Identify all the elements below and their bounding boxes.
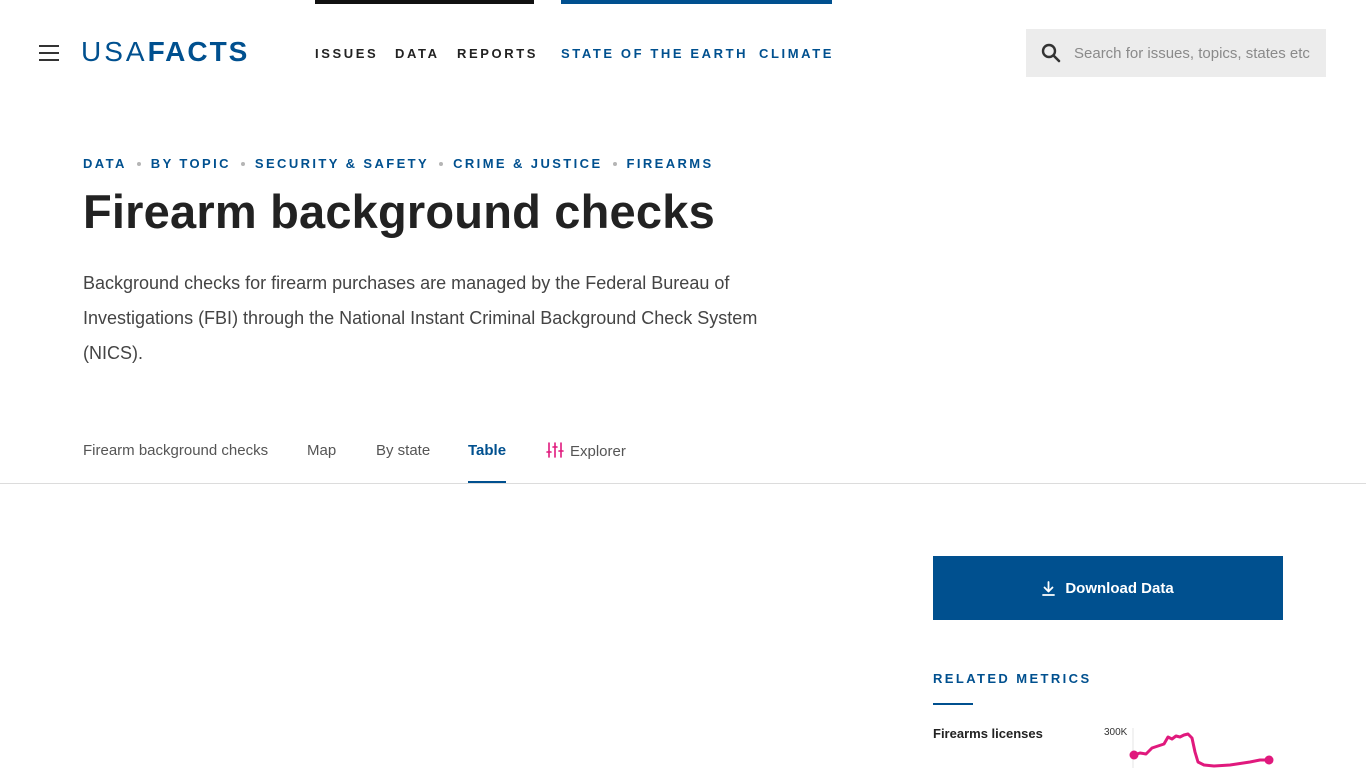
nav-accent-bar-featured [561, 0, 832, 4]
usafacts-logo[interactable]: USAFACTS [81, 36, 249, 68]
nav-climate[interactable]: CLIMATE [759, 46, 834, 61]
breadcrumb-by-topic[interactable]: BY TOPIC [151, 156, 231, 171]
breadcrumb-separator [612, 161, 617, 166]
breadcrumb-data[interactable]: DATA [83, 156, 127, 171]
sparkline-line [1132, 732, 1271, 768]
tab-explorer[interactable]: Explorer [546, 442, 626, 483]
tab-label: By state [376, 442, 431, 459]
breadcrumb-firearms[interactable]: FIREARMS [627, 156, 714, 171]
download-data-button[interactable]: Download Data [933, 556, 1283, 620]
breadcrumb: DATA BY TOPIC SECURITY & SAFETY CRIME & … [83, 156, 714, 171]
menu-icon[interactable] [39, 45, 59, 61]
tab-label: Explorer [570, 443, 626, 460]
tab-bar: Firearm background checks Map By state T… [0, 438, 1366, 484]
nav-reports[interactable]: REPORTS [457, 46, 538, 61]
related-metric-sparkline[interactable]: 300K [1100, 722, 1280, 768]
tab-map[interactable]: Map [307, 442, 336, 483]
download-label: Download Data [1065, 579, 1174, 597]
tab-label: Map [307, 442, 337, 459]
related-metric-firearms-licenses[interactable]: Firearms licenses [933, 726, 1043, 741]
page-intro: Background checks for firearm purchases … [83, 273, 758, 363]
tab-table[interactable]: Table [468, 442, 507, 483]
sparkline-start-point [1129, 750, 1139, 760]
tab-by-state[interactable]: By state [376, 442, 430, 483]
breadcrumb-security-safety[interactable]: SECURITY & SAFETY [255, 156, 429, 171]
related-metrics-underline [933, 703, 973, 705]
search-box[interactable] [1026, 29, 1326, 77]
nav-data[interactable]: DATA [395, 46, 440, 61]
download-icon [1042, 580, 1056, 596]
breadcrumb-separator [240, 161, 245, 166]
breadcrumb-separator [136, 161, 141, 166]
explorer-sliders-icon [546, 442, 564, 458]
sparkline-axis-label: 300K [1104, 727, 1128, 738]
logo-text-thin: USA [81, 36, 148, 67]
related-metrics-heading: RELATED METRICS [933, 671, 1092, 686]
tab-firearm-background-checks[interactable]: Firearm background checks [83, 442, 268, 483]
page-title: Firearm background checks [83, 185, 715, 238]
logo-text-bold: FACTS [147, 36, 250, 67]
nav-issues[interactable]: ISSUES [315, 46, 378, 61]
breadcrumb-crime-justice[interactable]: CRIME & JUSTICE [453, 156, 602, 171]
nav-accent-bar-dark [315, 0, 534, 4]
breadcrumb-separator [439, 161, 444, 166]
tab-label: Firearm background checks [83, 442, 269, 459]
sparkline-end-point [1264, 755, 1274, 765]
tab-label: Table [468, 442, 507, 459]
search-input[interactable] [1074, 41, 1326, 65]
nav-state-of-the-earth[interactable]: STATE OF THE EARTH [561, 46, 748, 61]
search-icon[interactable] [1041, 43, 1061, 63]
